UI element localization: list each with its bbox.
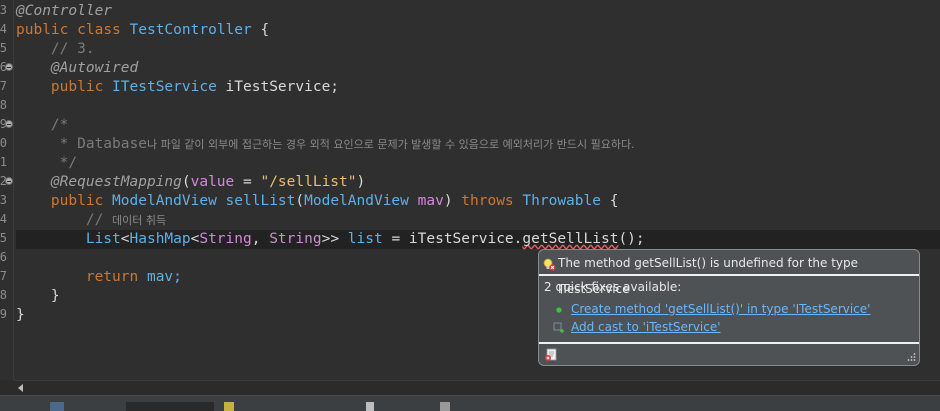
brace-token: { xyxy=(251,22,270,38)
code-line[interactable]: public ITestService iTestService; xyxy=(16,78,940,97)
scroll-left-arrow-icon[interactable] xyxy=(18,384,23,392)
comment-token: // 3. xyxy=(50,41,95,57)
error-bulb-icon xyxy=(543,258,556,271)
type-token: ModelAndView xyxy=(112,193,217,209)
annotation-token: @Autowired xyxy=(50,60,139,76)
resize-grip-icon[interactable] xyxy=(906,352,916,362)
parameter-token: value xyxy=(190,174,235,190)
cast-icon xyxy=(553,322,564,333)
line-number: 8 xyxy=(0,288,7,302)
line-number: 7 xyxy=(0,79,7,93)
keyword-token: public xyxy=(16,22,69,38)
type-token: ModelAndView xyxy=(304,193,409,209)
green-dot-icon xyxy=(556,307,562,313)
paren-token: (); xyxy=(618,231,645,247)
status-icon[interactable] xyxy=(366,402,374,411)
operator-token: < xyxy=(120,231,130,247)
fold-toggle-icon[interactable] xyxy=(5,63,13,71)
status-icon[interactable] xyxy=(224,402,234,411)
comment-token: */ xyxy=(50,155,78,171)
paren-token: ( xyxy=(181,174,191,190)
horizontal-scrollbar[interactable] xyxy=(14,380,940,395)
code-line[interactable]: @RequestMapping(value = "/sellList") xyxy=(16,173,940,192)
brace-token: } xyxy=(50,288,60,304)
configure-problem-icon[interactable] xyxy=(544,348,558,362)
popup-header: The method getSellList() is undefined fo… xyxy=(539,250,919,296)
quick-fix-link[interactable]: Create method 'getSellList()' in type 'I… xyxy=(571,300,870,318)
quick-fix-popup[interactable]: The method getSellList() is undefined fo… xyxy=(538,249,920,366)
comment-token: /* xyxy=(50,117,69,133)
line-number: 3 xyxy=(0,3,7,17)
code-line[interactable]: // 3. xyxy=(16,40,940,59)
variable-token: list xyxy=(347,231,383,247)
comment-token: 나 파일 같이 외부에 접근하는 경우 외적 요인으로 문제가 발생할 수 있음… xyxy=(146,138,635,151)
line-number: 1 xyxy=(0,155,7,169)
brace-token: { xyxy=(600,193,619,209)
field-token: iTestService; xyxy=(216,79,340,95)
code-line[interactable]: /* xyxy=(16,116,940,135)
type-token: Throwable xyxy=(522,193,601,209)
code-line[interactable]: * Database나 파일 같이 외부에 접근하는 경우 외적 요인으로 문제… xyxy=(16,135,940,154)
operator-token: , xyxy=(251,231,270,247)
keyword-token: throws xyxy=(461,193,514,209)
type-token: ITestService xyxy=(112,79,217,95)
code-line[interactable]: public ModelAndView sellList(ModelAndVie… xyxy=(16,192,940,211)
line-number: 7 xyxy=(0,269,7,283)
line-number: 6 xyxy=(0,250,7,264)
method-name-token: sellList xyxy=(225,193,296,209)
class-name-token: TestController xyxy=(129,22,252,38)
popup-divider xyxy=(539,342,919,344)
fold-toggle-icon[interactable] xyxy=(5,177,13,185)
comment-token: * Database xyxy=(50,136,147,152)
status-icon[interactable] xyxy=(50,402,64,411)
fold-toggle-icon[interactable] xyxy=(5,120,13,128)
type-token: List xyxy=(85,231,121,247)
line-number: 5 xyxy=(0,41,7,55)
comment-token: 데이터 취득 xyxy=(112,214,167,227)
status-bar xyxy=(0,395,940,411)
keyword-token: public xyxy=(50,193,104,209)
error-method-call-token[interactable]: getSellList xyxy=(522,231,618,247)
annotation-token: @RequestMapping xyxy=(50,174,182,190)
operator-token: >> xyxy=(321,231,348,247)
status-icon[interactable] xyxy=(440,402,450,411)
keyword-token: class xyxy=(77,22,121,38)
comment-token: // xyxy=(85,212,113,228)
keyword-token: return xyxy=(85,269,139,285)
operator-token: = xyxy=(234,174,261,190)
code-line[interactable]: // 데이터 취득 xyxy=(16,211,940,230)
variable-token: mav; xyxy=(138,269,182,285)
code-line[interactable]: @Controller xyxy=(16,2,940,21)
line-number: 4 xyxy=(0,212,7,226)
keyword-token: public xyxy=(50,79,104,95)
line-number: 9 xyxy=(0,307,7,321)
annotation-token: @Controller xyxy=(16,3,113,19)
code-editor[interactable]: 3 4 5 6 7 8 9 0 1 2 3 4 5 6 7 8 9 @Contr… xyxy=(0,0,940,380)
string-token: "/sellList" xyxy=(260,174,357,190)
parameter-token: mav xyxy=(408,193,444,209)
code-line[interactable]: @Autowired xyxy=(16,59,940,78)
line-number: 8 xyxy=(0,98,7,112)
operator-token: = iTestService. xyxy=(382,231,523,247)
line-number: 0 xyxy=(0,136,7,150)
line-number: 3 xyxy=(0,193,7,207)
paren-token: ) xyxy=(356,174,366,190)
status-tab[interactable] xyxy=(126,402,214,411)
line-number: 4 xyxy=(0,22,7,36)
popup-subtitle: 2 quick fixes available: xyxy=(544,280,682,294)
code-line[interactable]: */ xyxy=(16,154,940,173)
brace-token: } xyxy=(16,307,25,323)
line-number-gutter: 3 4 5 6 7 8 9 0 1 2 3 4 5 6 7 8 9 xyxy=(0,0,14,380)
type-token: String xyxy=(269,231,322,247)
line-number: 5 xyxy=(0,231,7,245)
type-token: String xyxy=(199,231,252,247)
paren-token: ( xyxy=(295,193,305,209)
code-line[interactable]: public class TestController { xyxy=(16,21,940,40)
paren-token: ) xyxy=(443,193,462,209)
quick-fix-link[interactable]: Add cast to 'iTestService' xyxy=(571,318,721,336)
type-token: HashMap xyxy=(129,231,191,247)
current-code-line[interactable]: List<HashMap<String, String>> list = iTe… xyxy=(16,230,940,249)
